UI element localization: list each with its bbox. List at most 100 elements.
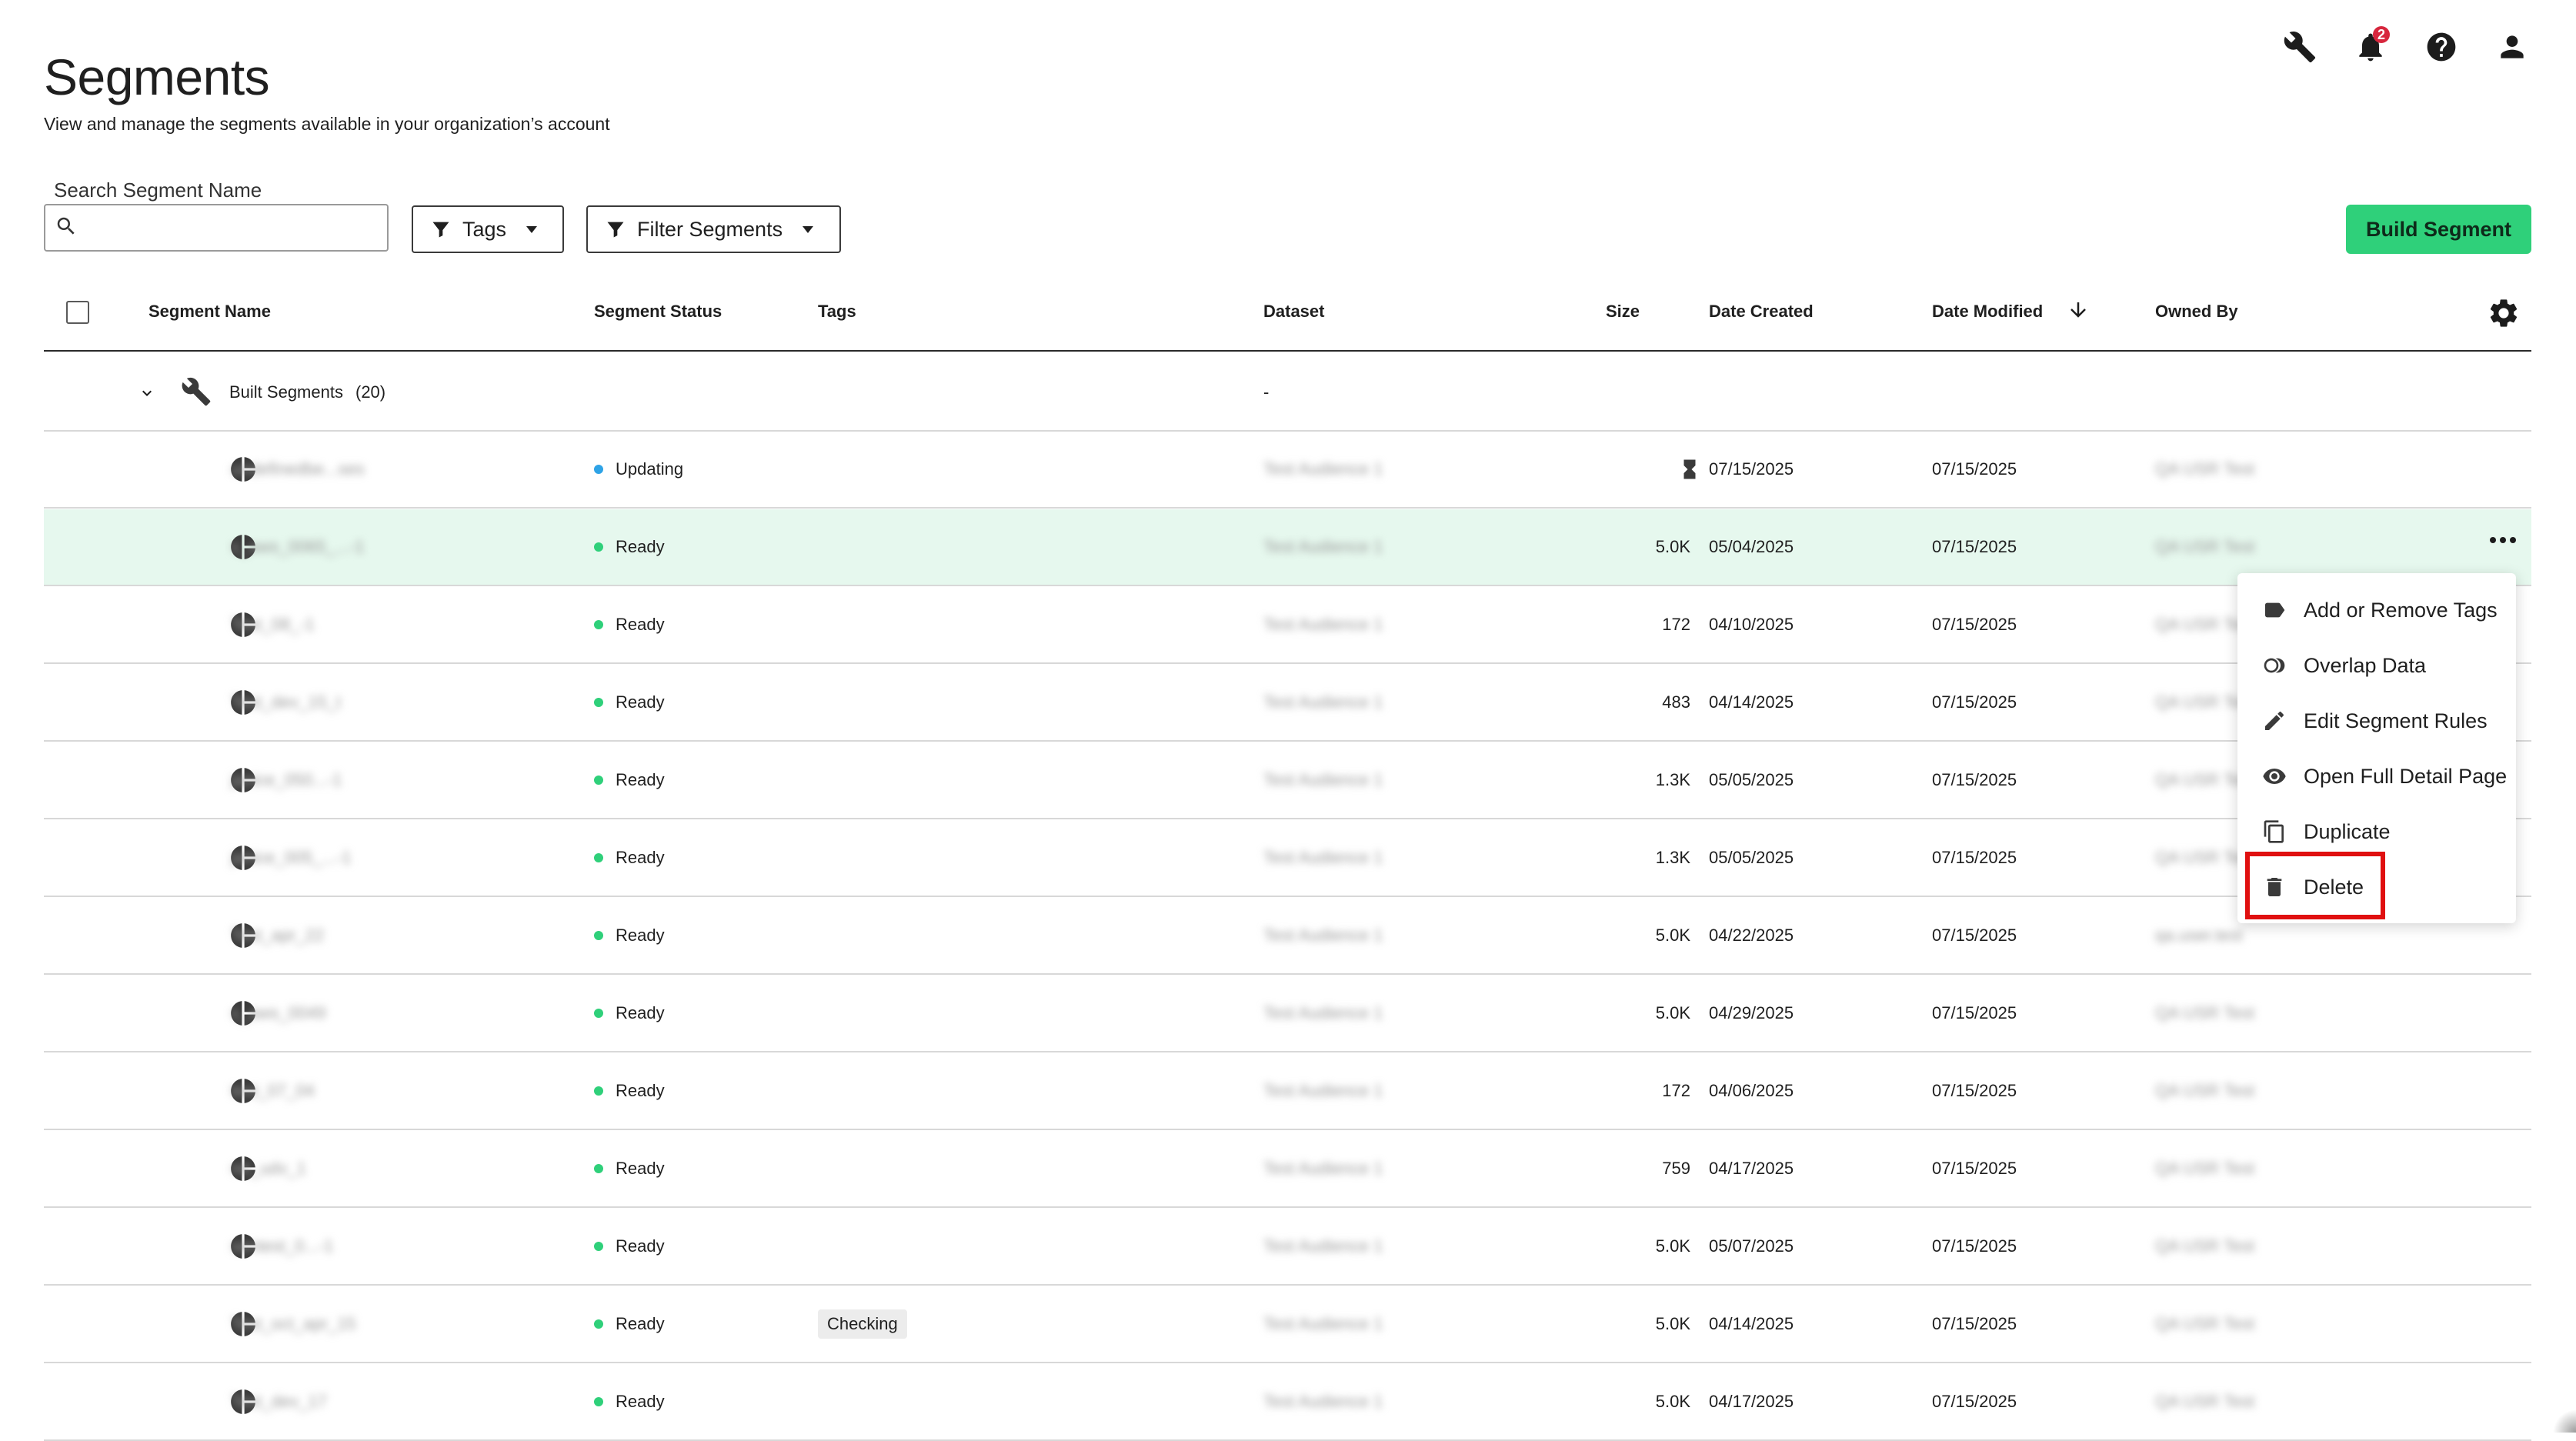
date-created: 04/06/2025 xyxy=(1709,1081,1794,1100)
date-created: 04/14/2025 xyxy=(1709,1314,1794,1333)
table-row[interactable]: ret_udv_1 Ready Test Audience 1 759 04/17/20… xyxy=(44,1131,2531,1208)
size-value: 5.0K xyxy=(1655,1314,1690,1333)
wrench-icon xyxy=(181,376,212,411)
more-actions-icon[interactable] xyxy=(2490,537,2516,543)
segment-name[interactable]: sentest_0...-1 xyxy=(231,1209,333,1284)
column-header-tags[interactable]: Tags xyxy=(818,302,856,322)
segment-name[interactable]: test_07_04 xyxy=(231,1053,315,1129)
status-dot xyxy=(594,620,603,629)
segment-name[interactable]: s_aws_0049 xyxy=(231,976,326,1051)
date-created: 05/05/2025 xyxy=(1709,770,1794,789)
table-row[interactable]: janice_050...-1 Ready Test Audience 1 1.3K 0… xyxy=(44,742,2531,819)
size-value: 1.3K xyxy=(1655,770,1690,789)
tag-chip[interactable]: Checking xyxy=(818,1309,907,1339)
column-header-segment-name[interactable]: Segment Name xyxy=(148,302,271,322)
segment-name[interactable]: undefinedbe...ses xyxy=(231,432,365,507)
segment-name[interactable]: s_aws_0065_...-1 xyxy=(231,509,365,585)
gear-icon[interactable] xyxy=(2487,296,2521,330)
date-created: 04/10/2025 xyxy=(1709,615,1794,634)
segment-status: Ready xyxy=(594,1209,665,1284)
column-header-dataset[interactable]: Dataset xyxy=(1263,302,1324,322)
date-created: 07/15/2025 xyxy=(1709,459,1794,479)
search-input[interactable] xyxy=(84,215,379,241)
sort-descending-icon[interactable] xyxy=(2067,299,2090,322)
segment-name[interactable]: ret_udv_1 xyxy=(231,1131,306,1206)
group-row-built-segments[interactable]: Built Segments (20) - xyxy=(44,353,2531,432)
filter-segments-label: Filter Segments xyxy=(637,217,783,241)
date-created: 04/29/2025 xyxy=(1709,1003,1794,1022)
column-header-size[interactable]: Size xyxy=(1606,302,1640,322)
filter-icon xyxy=(432,222,449,238)
table-row[interactable]: Test_apr_22 Ready Test Audience 1 5.0K 04/22… xyxy=(44,898,2531,975)
dataset-value: Test Audience 1 xyxy=(1263,1314,1383,1333)
table-row[interactable]: test_07_04 Ready Test Audience 1 172 04/06/2… xyxy=(44,1053,2531,1130)
status-dot xyxy=(594,542,603,552)
status-dot xyxy=(594,1009,603,1018)
page-title: Segments xyxy=(44,48,270,105)
owned-by: QA USR Test xyxy=(2155,1003,2255,1022)
column-header-date-modified[interactable]: Date Modified xyxy=(1932,302,2043,322)
segment-name[interactable]: Test_dev_17 xyxy=(231,1364,327,1439)
segment-name[interactable]: Test_dev_15_t xyxy=(231,665,341,740)
date-modified: 07/15/2025 xyxy=(1932,1314,2017,1333)
menu-item-add-remove-tags[interactable]: Add or Remove Tags xyxy=(2237,587,2516,633)
date-modified: 07/15/2025 xyxy=(1932,1081,2017,1100)
bell-icon[interactable]: 2 xyxy=(2353,26,2390,65)
search-field[interactable] xyxy=(44,204,389,252)
select-all-checkbox[interactable] xyxy=(66,301,89,324)
segment-name[interactable]: Test_08_-1 xyxy=(231,587,315,662)
segment-status: Ready xyxy=(594,820,665,896)
segment-name[interactable]: janice_005_...-1 xyxy=(231,820,352,896)
table-row[interactable]: Test_dev_17 Ready Test Audience 1 5.0K 04/17… xyxy=(44,1364,2531,1441)
table-row[interactable]: s_aws_0049 Ready Test Audience 1 5.0K 04/29/… xyxy=(44,976,2531,1052)
user-icon[interactable] xyxy=(2494,29,2530,65)
status-dot xyxy=(594,465,603,474)
column-header-segment-status[interactable]: Segment Status xyxy=(594,302,722,322)
search-label: Search Segment Name xyxy=(54,178,262,202)
table-row[interactable]: Test_oct_apr_15 Ready Checking Test Audienc… xyxy=(44,1286,2531,1363)
filter-segments-button[interactable]: Filter Segments xyxy=(586,205,841,253)
column-header-date-created[interactable]: Date Created xyxy=(1709,302,1814,322)
group-label: Built Segments xyxy=(229,382,343,402)
date-created: 04/14/2025 xyxy=(1709,692,1794,712)
status-dot xyxy=(594,931,603,940)
segment-name[interactable]: Test_oct_apr_15 xyxy=(231,1286,356,1362)
dataset-value: Test Audience 1 xyxy=(1263,1159,1383,1178)
table-row[interactable]: janice_005_...-1 Ready Test Audience 1 1.3K… xyxy=(44,820,2531,897)
chevron-down-icon[interactable] xyxy=(138,384,156,406)
copy-icon xyxy=(2264,820,2284,843)
table-row[interactable]: Test_dev_15_t Ready Test Audience 1 483 04/1… xyxy=(44,665,2531,742)
status-label: Ready xyxy=(616,1236,665,1256)
build-segment-button[interactable]: Build Segment xyxy=(2345,205,2531,254)
column-header-owned-by[interactable]: Owned By xyxy=(2155,302,2238,322)
menu-item-open-full-detail-page[interactable]: Open Full Detail Page xyxy=(2237,753,2516,799)
owned-by: QA USR Test xyxy=(2155,1392,2255,1411)
tags-filter-button[interactable]: Tags xyxy=(412,205,564,253)
segment-status: Ready xyxy=(594,898,665,973)
status-dot xyxy=(594,1242,603,1251)
table-row[interactable]: Test_08_-1 Ready Test Audience 1 172 04/10/2… xyxy=(44,587,2531,664)
dataset-value: Test Audience 1 xyxy=(1263,1003,1383,1022)
status-label: Ready xyxy=(616,692,665,712)
segment-name[interactable]: Test_apr_22 xyxy=(231,898,324,973)
size-value: 5.0K xyxy=(1655,537,1690,556)
menu-item-edit-segment-rules[interactable]: Edit Segment Rules xyxy=(2237,698,2516,744)
help-icon[interactable] xyxy=(2424,29,2459,65)
caret-down-icon xyxy=(802,225,814,233)
wrench-icon[interactable] xyxy=(2282,29,2317,65)
size-value: 5.0K xyxy=(1655,1003,1690,1022)
menu-item-overlap-data[interactable]: Overlap Data xyxy=(2237,642,2516,689)
table-row[interactable]: undefinedbe...ses Updating Test Audience 1… xyxy=(44,432,2531,509)
table-row[interactable]: s_aws_0065_...-1 Ready Test Audience 1 5.0K… xyxy=(44,509,2531,586)
table-row[interactable]: sentest_0...-1 Ready Test Audience 1 5.0K 05… xyxy=(44,1209,2531,1286)
top-toolbar: 2 xyxy=(2282,26,2530,65)
search-icon xyxy=(55,215,78,242)
date-modified: 07/15/2025 xyxy=(1932,459,2017,479)
menu-item-duplicate[interactable]: Duplicate xyxy=(2237,809,2516,855)
status-dot xyxy=(594,1164,603,1173)
segment-name[interactable]: janice_050...-1 xyxy=(231,742,342,818)
status-label: Ready xyxy=(616,848,665,867)
hourglass-icon xyxy=(1678,432,1701,507)
pencil-icon xyxy=(2265,711,2284,730)
date-created: 04/22/2025 xyxy=(1709,926,1794,945)
